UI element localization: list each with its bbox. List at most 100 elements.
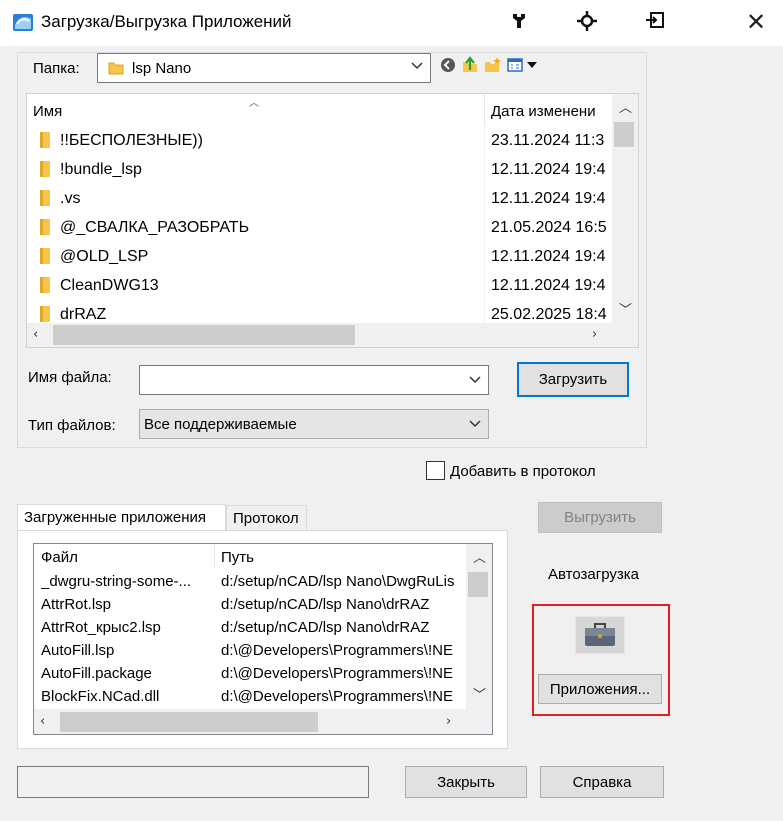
back-icon[interactable]	[439, 56, 457, 74]
filename-input[interactable]	[139, 365, 489, 395]
app-path: d:\@Developers\Programmers\!NE	[221, 688, 453, 705]
unload-button[interactable]: Выгрузить	[538, 502, 662, 533]
chevron-down-icon	[410, 59, 424, 73]
folder-icon	[39, 276, 51, 298]
app-icon	[12, 11, 34, 33]
close-button[interactable]: Закрыть	[405, 766, 527, 798]
autoload-label: Автозагрузка	[548, 566, 639, 583]
scroll-left-icon[interactable]: ‹	[40, 715, 45, 728]
chevron-down-icon	[468, 373, 482, 387]
folder-label: Папка:	[33, 60, 80, 77]
file-name: @_СВАЛКА_РАЗОБРАТЬ	[60, 219, 250, 236]
status-field	[17, 766, 369, 798]
file-date: 21.05.2024 16:5	[491, 219, 607, 236]
file-date: 23.11.2024 11:3	[491, 132, 605, 149]
help-button[interactable]: Справка	[540, 766, 664, 798]
file-date: 25.02.2025 18:4	[491, 306, 607, 323]
scroll-up-icon[interactable]: ︿	[473, 552, 486, 565]
table-row[interactable]: AutoFill.package d:\@Developers\Programm…	[34, 662, 466, 685]
file-name: CleanDWG13	[60, 277, 159, 294]
file-name: @OLD_LSP	[60, 248, 149, 265]
up-folder-icon[interactable]	[461, 56, 479, 74]
wrench-icon[interactable]	[508, 10, 530, 32]
scroll-left-icon[interactable]: ‹	[33, 328, 38, 341]
scroll-thumb[interactable]	[60, 712, 318, 732]
applications-button[interactable]: Приложения...	[538, 674, 662, 704]
file-date: 12.11.2024 19:4	[491, 277, 606, 294]
folder-value: lsp Nano	[132, 60, 192, 77]
scroll-right-icon[interactable]: ›	[446, 715, 451, 728]
file-date: 12.11.2024 19:4	[491, 190, 606, 207]
table-row[interactable]: AttrRot.lsp d:/setup/nCAD/lsp Nano\drRAZ	[34, 593, 466, 616]
file-list-vscrollbar[interactable]: ︿ ﹀	[612, 94, 638, 324]
table-row[interactable]: BlockFix.NCad.dll d:\@Developers\Program…	[34, 685, 466, 708]
folder-icon	[39, 160, 51, 182]
scroll-down-icon[interactable]: ﹀	[473, 689, 486, 702]
folder-icon	[39, 189, 51, 211]
load-button[interactable]: Загрузить	[517, 362, 629, 397]
file-list-hscrollbar[interactable]: ‹ ›	[27, 323, 638, 347]
crosshair-icon[interactable]	[576, 10, 598, 32]
scroll-down-icon[interactable]: ﹀	[619, 304, 632, 317]
file-name: drRAZ	[60, 306, 107, 323]
list-item[interactable]: @_СВАЛКА_РАЗОБРАТЬ 21.05.2024 16:5	[27, 213, 613, 242]
loaded-apps-vscrollbar[interactable]: ︿ ﹀	[466, 544, 492, 709]
add-to-history-label[interactable]: Добавить в протокол	[450, 463, 596, 480]
file-list-header: ︿ Имя Дата изменени	[27, 94, 613, 124]
app-file: AttrRot.lsp	[41, 596, 112, 613]
tab-history[interactable]: Протокол	[226, 505, 307, 531]
table-row[interactable]: _dwgru-string-some-... d:/setup/nCAD/lsp…	[34, 570, 466, 593]
app-file: AttrRot_крыс2.lsp	[41, 619, 161, 636]
scroll-thumb[interactable]	[468, 572, 488, 597]
sort-up-icon: ︿	[249, 98, 259, 109]
folder-icon	[39, 218, 51, 240]
table-row[interactable]: AttrRot_крыс2.lsp d:/setup/nCAD/lsp Nano…	[34, 616, 466, 639]
app-path: d:\@Developers\Programmers\!NE	[221, 665, 453, 682]
column-header-file[interactable]: Файл	[41, 549, 78, 566]
file-list[interactable]: ︿ Имя Дата изменени !!БЕСПОЛЕЗНЫЕ)) 23.1…	[26, 93, 639, 348]
file-name: !bundle_lsp	[60, 161, 142, 178]
app-file: AutoFill.package	[41, 665, 152, 682]
filename-label: Имя файла:	[28, 369, 112, 386]
briefcase-icon[interactable]	[575, 616, 625, 654]
app-file: AutoFill.lsp	[41, 642, 115, 659]
file-date: 12.11.2024 19:4	[491, 161, 606, 178]
app-file: _dwgru-string-some-...	[41, 573, 192, 590]
scroll-thumb[interactable]	[53, 325, 355, 345]
list-item[interactable]: .vs 12.11.2024 19:4	[27, 184, 613, 213]
view-menu-icon[interactable]	[507, 56, 541, 74]
app-path: d:\@Developers\Programmers\!NE	[221, 642, 453, 659]
app-path: d:/setup/nCAD/lsp Nano\drRAZ	[221, 619, 430, 636]
app-file: BlockFix.NCad.dll	[41, 688, 160, 705]
export-icon[interactable]	[644, 10, 666, 32]
list-item[interactable]: !bundle_lsp 12.11.2024 19:4	[27, 155, 613, 184]
add-to-history-checkbox[interactable]	[426, 461, 445, 480]
loaded-apps-hscrollbar[interactable]: ‹ ›	[34, 709, 492, 734]
filetype-value: Все поддерживаемые	[144, 416, 297, 433]
list-item[interactable]: @OLD_LSP 12.11.2024 19:4	[27, 242, 613, 271]
new-folder-icon[interactable]	[484, 56, 502, 74]
scroll-thumb[interactable]	[614, 122, 634, 147]
scroll-right-icon[interactable]: ›	[592, 328, 597, 341]
file-date: 12.11.2024 19:4	[491, 248, 606, 265]
loaded-apps-header: Файл Путь	[34, 544, 466, 569]
list-item[interactable]: !!БЕСПОЛЕЗНЫЕ)) 23.11.2024 11:3	[27, 126, 613, 155]
tab-loaded-apps[interactable]: Загруженные приложения	[17, 504, 226, 531]
folder-combo[interactable]: lsp Nano	[97, 53, 431, 83]
file-name: !!БЕСПОЛЕЗНЫЕ))	[60, 132, 203, 149]
column-header-date[interactable]: Дата изменени	[491, 103, 596, 120]
loaded-apps-list[interactable]: Файл Путь _dwgru-string-some-... d:/setu…	[33, 543, 493, 735]
app-path: d:/setup/nCAD/lsp Nano\drRAZ	[221, 596, 430, 613]
table-row[interactable]: AutoFill.lsp d:\@Developers\Programmers\…	[34, 639, 466, 662]
column-header-name[interactable]: Имя	[33, 103, 62, 120]
close-icon[interactable]: ✕	[744, 10, 768, 34]
chevron-down-icon	[468, 417, 482, 431]
file-name: .vs	[60, 190, 81, 207]
folder-icon	[108, 60, 124, 80]
column-header-path[interactable]: Путь	[221, 549, 254, 566]
filetype-label: Тип файлов:	[28, 417, 116, 434]
scroll-up-icon[interactable]: ︿	[619, 102, 632, 115]
list-item[interactable]: CleanDWG13 12.11.2024 19:4	[27, 271, 613, 300]
folder-icon	[39, 247, 51, 269]
filetype-select[interactable]: Все поддерживаемые	[139, 409, 489, 439]
